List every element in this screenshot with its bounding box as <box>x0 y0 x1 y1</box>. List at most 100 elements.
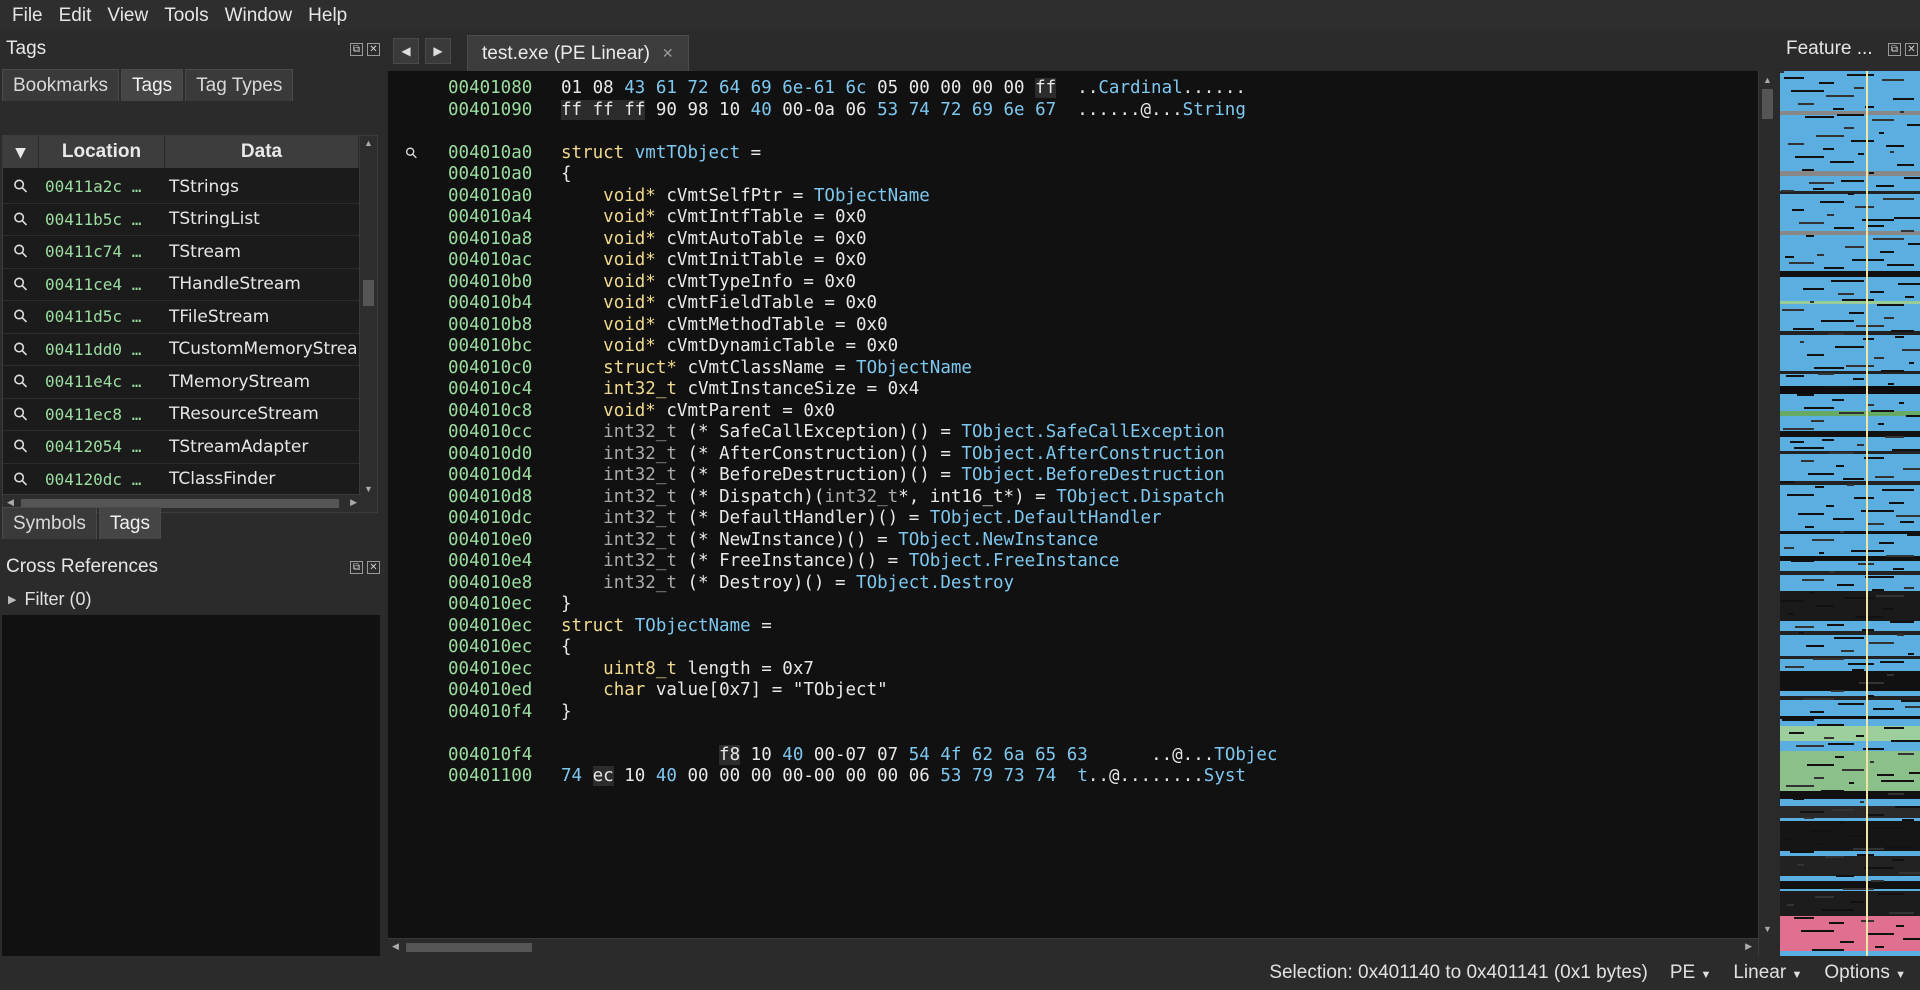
column-location[interactable]: Location <box>39 136 165 168</box>
magnifier-icon[interactable]: ⚲ <box>3 232 41 272</box>
table-row[interactable]: ⚲ 00411d5c … TFileStream <box>3 301 377 334</box>
tag-location: 00411d5c … <box>45 307 142 327</box>
selection-status: Selection: 0x401140 to 0x401141 (0x1 byt… <box>1269 962 1648 983</box>
magnifier-icon[interactable]: ⚲ <box>3 427 41 467</box>
tab-tag-types[interactable]: Tag Types <box>185 69 294 101</box>
tags-panel-header: Tags ⧉ ✕ <box>0 31 386 67</box>
tags-tab-row: Bookmarks Tags Tag Types <box>0 67 386 101</box>
column-data[interactable]: Data <box>165 136 359 168</box>
magnifier-icon[interactable]: ⚲ <box>3 329 41 369</box>
table-row[interactable]: ⚲ 00412054 … TStreamAdapter <box>3 431 377 464</box>
back-button[interactable]: ◀ <box>393 38 419 64</box>
chevron-down-icon: ▼ <box>1895 969 1906 981</box>
tags-table: ▾ Location Data ⚲ 00411a2c … TStrings ⚲ 0041… <box>2 135 378 513</box>
menu-view[interactable]: View <box>99 0 156 31</box>
tag-data: TCustomMemoryStrea <box>169 339 358 360</box>
float-panel-icon[interactable]: ⧉ <box>350 560 363 574</box>
table-row[interactable]: ⚲ 00411c74 … TStream <box>3 236 377 269</box>
close-tab-icon[interactable]: ✕ <box>662 45 674 62</box>
binary-ninja-window: File Edit View Tools Window Help Tags ⧉ ✕ Boo… <box>0 0 1920 990</box>
tag-location: 00411dd0 … <box>45 339 142 359</box>
float-panel-icon[interactable]: ⧉ <box>1888 42 1901 56</box>
document-tab[interactable]: test.exe (PE Linear) ✕ <box>467 35 689 71</box>
close-panel-icon[interactable]: ✕ <box>367 42 380 56</box>
tags-table-header: ▾ Location Data <box>3 136 377 168</box>
linear-view[interactable]: 00401080 01 08 43 61 72 64 69 6e-61 6c 05… <box>388 71 1758 938</box>
tag-data: TStringList <box>169 209 260 230</box>
tag-location: 00411ec8 … <box>45 404 142 424</box>
chevron-down-icon: ▼ <box>1700 969 1712 981</box>
table-row[interactable]: ⚲ 00411b5c … TStringList <box>3 204 377 236</box>
tag-data: TResourceStream <box>169 404 319 425</box>
tag-location: 00411ce4 … <box>45 274 142 294</box>
menu-edit[interactable]: Edit <box>51 0 100 31</box>
magnifier-icon[interactable]: ⚲ <box>3 264 41 304</box>
line-address: 00401100 <box>448 766 533 786</box>
magnifier-icon[interactable]: ⚲ <box>3 362 41 402</box>
view-type-dropdown[interactable]: Linear ▼ <box>1733 962 1802 984</box>
document-tab-title: test.exe (PE Linear) <box>482 42 650 64</box>
line-content: 74 ec 10 40 00 00 00 00-00 00 00 06 53 7… <box>561 766 1246 786</box>
tags-vertical-scrollbar[interactable]: ▲ ▼ <box>359 136 377 512</box>
tags-panel-title: Tags <box>6 38 47 59</box>
chevron-down-icon: ▼ <box>1791 969 1803 981</box>
menu-bar: File Edit View Tools Window Help <box>0 0 1920 31</box>
tag-location: 00411e4c … <box>45 372 142 392</box>
expand-arrow-icon[interactable]: ▶ <box>8 593 16 606</box>
tab-tags[interactable]: Tags <box>121 69 184 101</box>
status-bar: Selection: 0x401140 to 0x401141 (0x1 byt… <box>0 956 1920 990</box>
sidebar-bottom-tabs: Symbols Tags <box>2 507 161 539</box>
tag-data: TFileStream <box>169 306 270 327</box>
menu-tools[interactable]: Tools <box>156 0 216 31</box>
feature-map-title: Feature ... <box>1786 38 1873 59</box>
tag-data: TStreamAdapter <box>169 436 309 457</box>
sort-dropdown-icon[interactable]: ▾ <box>3 136 39 168</box>
menu-help[interactable]: Help <box>300 0 355 31</box>
tag-location: 00411c74 … <box>45 242 142 262</box>
table-row[interactable]: ⚲ 004120dc … TClassFinder <box>3 464 377 496</box>
table-row[interactable]: ⚲ 00411a2c … TStrings <box>3 171 377 204</box>
magnifier-icon[interactable]: ⚲ <box>3 167 41 207</box>
tag-data: TClassFinder <box>169 469 276 490</box>
close-panel-icon[interactable]: ✕ <box>367 560 380 574</box>
tags-table-body: ⚲ 00411a2c … TStrings ⚲ 00411b5c … TStringLis… <box>3 171 377 512</box>
feature-map[interactable] <box>1780 71 1920 956</box>
close-panel-icon[interactable]: ✕ <box>1905 42 1918 56</box>
main-view: ◀ ▶ test.exe (PE Linear) ✕ 00401080 01 08… <box>388 31 1776 956</box>
tag-location: 004120dc … <box>45 469 142 489</box>
linear-vertical-scrollbar[interactable]: ▲ ▼ <box>1758 71 1776 956</box>
tag-location: 00412054 … <box>45 437 142 457</box>
table-row[interactable]: ⚲ 00411ec8 … TResourceStream <box>3 399 377 431</box>
menu-file[interactable]: File <box>4 0 51 31</box>
code-line[interactable]: 00401100 74 ec 10 40 00 00 00 00-00 00 00… <box>388 763 1758 789</box>
xref-filter[interactable]: ▶ Filter (0) <box>0 583 386 615</box>
cross-references-header: Cross References ⧉ ✕ <box>0 549 386 585</box>
tab-bookmarks[interactable]: Bookmarks <box>2 69 120 101</box>
linear-horizontal-scrollbar[interactable]: ◀ ▶ <box>388 938 1758 956</box>
magnifier-icon[interactable]: ⚲ <box>3 297 41 337</box>
tag-data: TMemoryStream <box>169 371 311 392</box>
table-row[interactable]: ⚲ 00411ce4 … THandleStream <box>3 269 377 301</box>
tag-data: TStrings <box>169 176 239 197</box>
document-tab-bar: ◀ ▶ test.exe (PE Linear) ✕ <box>388 31 1776 71</box>
feature-map-panel: Feature ... ⧉ ✕ <box>1778 31 1920 956</box>
filter-label: Filter (0) <box>24 588 92 609</box>
tab-symbols[interactable]: Symbols <box>2 507 97 539</box>
tag-location: 00411b5c … <box>45 209 142 229</box>
menu-window[interactable]: Window <box>217 0 301 31</box>
magnifier-icon[interactable]: ⚲ <box>3 199 41 239</box>
magnifier-icon[interactable]: ⚲ <box>3 394 41 434</box>
left-sidebar: Tags ⧉ ✕ Bookmarks Tags Tag Types ▾ Loca… <box>0 31 386 987</box>
tag-data: TStream <box>169 241 241 262</box>
tag-data: THandleStream <box>169 274 301 295</box>
float-panel-icon[interactable]: ⧉ <box>350 42 363 56</box>
tag-location: 00411a2c … <box>45 177 142 197</box>
options-dropdown[interactable]: Options ▼ <box>1824 962 1906 984</box>
tab-tags-bottom[interactable]: Tags <box>98 507 161 539</box>
table-row[interactable]: ⚲ 00411dd0 … TCustomMemoryStrea <box>3 334 377 366</box>
feature-map-header: Feature ... ⧉ ✕ <box>1778 31 1920 67</box>
platform-dropdown[interactable]: PE ▼ <box>1670 962 1712 984</box>
cross-references-title: Cross References <box>6 556 159 577</box>
table-row[interactable]: ⚲ 00411e4c … TMemoryStream <box>3 366 377 399</box>
forward-button[interactable]: ▶ <box>425 38 451 64</box>
